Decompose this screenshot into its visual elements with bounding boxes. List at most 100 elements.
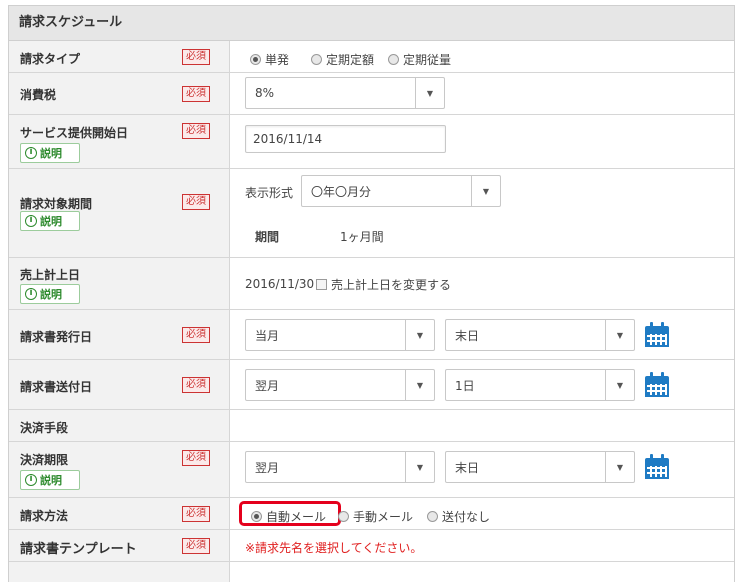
invoice-template-label: 請求書テンプレート (20, 542, 137, 557)
section-title: 請求スケジュール (9, 6, 734, 41)
tax-select[interactable]: 8% ▼ (245, 77, 445, 109)
payment-method-label: 決済手段 (20, 421, 69, 435)
info-button[interactable]: i 説明 (20, 211, 80, 231)
calendar-icon[interactable] (645, 322, 669, 348)
billing-period-label: 請求対象期間 (20, 197, 93, 211)
chevron-down-icon: ▼ (405, 452, 434, 482)
checkbox-box[interactable] (316, 279, 327, 290)
radio-label: 単発 (265, 53, 290, 67)
required-badge: 必須 (182, 194, 210, 210)
day-value: 末日 (455, 328, 480, 343)
day-value: 末日 (455, 460, 480, 475)
day-value: 1日 (455, 378, 475, 393)
required-badge: 必須 (182, 85, 210, 102)
required-badge: 必須 (182, 326, 210, 343)
row-service-start: サービス提供開始日 必須 i 説明 2016/11/14 (9, 115, 734, 169)
info-icon: i (25, 288, 37, 300)
billing-method-label: 請求方法 (20, 509, 69, 523)
calendar-icon[interactable] (645, 372, 669, 398)
info-icon: i (25, 474, 37, 486)
radio-label: 定期従量 (403, 53, 452, 67)
billing-method-radios: 自動メール 手動メール 送付なし (251, 508, 490, 525)
row-invoice-send: 請求書送付日 必須 翌月 ▼ 1日 ▼ (9, 360, 734, 410)
service-start-input[interactable]: 2016/11/14 (245, 125, 446, 153)
chevron-down-icon: ▼ (605, 370, 634, 400)
required-badge: 必須 (182, 505, 210, 522)
radio-dot[interactable] (311, 54, 323, 65)
invoice-issue-day-select[interactable]: 末日 ▼ (445, 319, 635, 351)
radio-label: 定期定額 (326, 53, 375, 67)
radio-label: 自動メール (266, 510, 327, 524)
radio-no-send[interactable]: 送付なし (427, 508, 490, 525)
row-payment-method: 決済手段 (9, 410, 734, 442)
tax-label: 消費税 (20, 88, 57, 102)
required-badge: 必須 (182, 48, 210, 65)
billing-schedule-form: 請求スケジュール 請求タイプ 必須 単発 定期定額 定期従量 消費税 必須 8%… (8, 5, 735, 582)
payment-due-label: 決済期限 (20, 453, 69, 467)
month-value: 翌月 (255, 378, 280, 393)
invoice-send-day-select[interactable]: 1日 ▼ (445, 369, 635, 401)
info-label: 説明 (40, 215, 62, 228)
radio-dot[interactable] (388, 54, 400, 65)
chevron-down-icon: ▼ (605, 320, 634, 350)
format-label: 表示形式 (245, 186, 294, 200)
row-invoice-issue: 請求書発行日 必須 当月 ▼ 末日 ▼ (9, 310, 734, 360)
radio-dot[interactable] (250, 54, 261, 65)
calendar-icon[interactable] (645, 454, 669, 480)
row-partial (9, 562, 734, 582)
radio-dot[interactable] (338, 511, 350, 522)
radio-billing-type-metered[interactable]: 定期従量 (388, 51, 451, 68)
chevron-down-icon: ▼ (605, 452, 634, 482)
required-badge: 必須 (182, 123, 210, 139)
format-select-value: 〇年〇月分 (311, 184, 372, 199)
billing-type-label: 請求タイプ (20, 52, 81, 66)
chevron-down-icon: ▼ (471, 176, 500, 206)
period-value: 1ヶ月間 (340, 230, 384, 244)
payment-due-month-select[interactable]: 翌月 ▼ (245, 451, 435, 483)
sales-date-value: 2016/11/30 (245, 277, 315, 291)
row-billing-period: 請求対象期間 必須 i 説明 表示形式 〇年〇月分 ▼ 期間 1ヶ月間 (9, 169, 734, 258)
radio-label: 手動メール (353, 510, 414, 524)
template-warning: ※請求先名を選択してください。 (245, 541, 423, 555)
invoice-send-label: 請求書送付日 (20, 380, 93, 394)
required-badge: 必須 (182, 450, 210, 466)
invoice-issue-label: 請求書発行日 (20, 330, 93, 344)
info-button[interactable]: i 説明 (20, 470, 80, 490)
radio-billing-type-fixed[interactable]: 定期定額 (311, 51, 374, 68)
radio-auto-email[interactable]: 自動メール (251, 508, 326, 525)
period-label: 期間 (255, 230, 280, 244)
month-value: 翌月 (255, 460, 280, 475)
change-sales-date-checkbox[interactable]: 売上計上日を変更する (316, 276, 451, 293)
chevron-down-icon: ▼ (415, 78, 444, 108)
row-tax: 消費税 必須 8% ▼ (9, 73, 734, 115)
row-sales-date: 売上計上日 i 説明 2016/11/30 売上計上日を変更する (9, 258, 734, 310)
required-badge: 必須 (182, 376, 210, 393)
info-icon: i (25, 215, 37, 227)
required-badge: 必須 (182, 537, 210, 554)
tax-select-value: 8% (255, 86, 275, 100)
radio-label: 送付なし (442, 510, 491, 524)
chevron-down-icon: ▼ (405, 370, 434, 400)
radio-manual-email[interactable]: 手動メール (338, 508, 413, 525)
info-button[interactable]: i 説明 (20, 284, 80, 304)
radio-dot[interactable] (427, 511, 439, 522)
chevron-down-icon: ▼ (405, 320, 434, 350)
row-billing-method: 請求方法 必須 自動メール 手動メール 送付なし (9, 498, 734, 530)
info-label: 説明 (40, 288, 62, 301)
sales-date-label: 売上計上日 (20, 268, 81, 282)
info-icon: i (25, 147, 37, 159)
invoice-issue-month-select[interactable]: 当月 ▼ (245, 319, 435, 351)
format-select[interactable]: 〇年〇月分 ▼ (301, 175, 501, 207)
radio-dot[interactable] (251, 511, 262, 522)
billing-type-radios: 単発 定期定額 定期従量 (250, 51, 451, 68)
row-payment-due: 決済期限 必須 i 説明 翌月 ▼ 末日 ▼ (9, 442, 734, 498)
info-button[interactable]: i 説明 (20, 143, 80, 163)
checkbox-label: 売上計上日を変更する (331, 278, 452, 292)
info-label: 説明 (40, 474, 62, 487)
invoice-send-month-select[interactable]: 翌月 ▼ (245, 369, 435, 401)
info-label: 説明 (40, 147, 62, 160)
month-value: 当月 (255, 328, 280, 343)
service-start-label: サービス提供開始日 (20, 126, 129, 140)
payment-due-day-select[interactable]: 末日 ▼ (445, 451, 635, 483)
radio-billing-type-single[interactable]: 単発 (250, 51, 289, 68)
